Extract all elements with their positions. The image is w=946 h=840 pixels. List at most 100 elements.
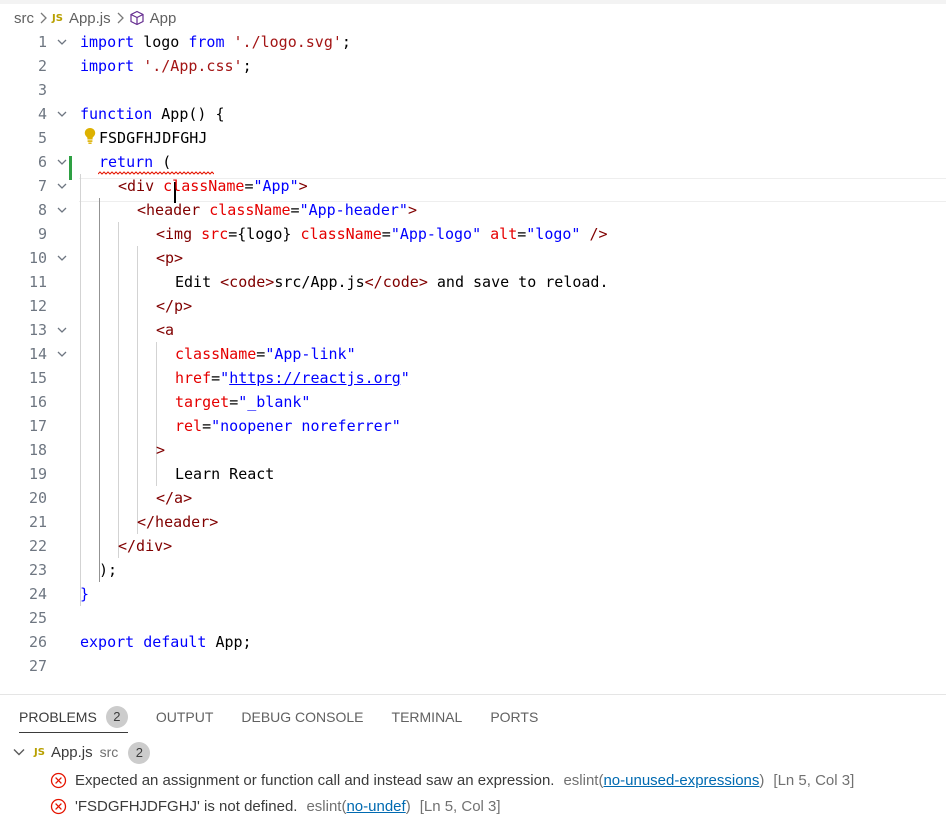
problem-file-name: App.js xyxy=(50,743,93,761)
line-number: 9 xyxy=(37,225,47,243)
line-number: 18 xyxy=(28,441,47,459)
breadcrumb-file[interactable]: App.js xyxy=(69,10,111,27)
code-text: import logo from './logo.svg'; xyxy=(80,33,351,51)
symbol-class-icon xyxy=(129,10,145,26)
code-line[interactable]: 13 <a xyxy=(0,318,946,342)
line-number: 21 xyxy=(28,513,47,531)
code-line[interactable]: 23 ); xyxy=(0,558,946,582)
js-file-icon: JS xyxy=(52,12,63,24)
line-number: 19 xyxy=(28,465,47,483)
problem-item[interactable]: 'FSDGFHJDFGHJ' is not defined. eslint(no… xyxy=(50,795,501,817)
fold-chevron-icon[interactable] xyxy=(56,324,68,336)
code-text: import './App.css'; xyxy=(80,57,252,75)
chevron-right-icon xyxy=(39,12,48,24)
bottom-panel: PROBLEMS 2 OUTPUT DEBUG CONSOLE TERMINAL… xyxy=(0,694,946,840)
code-line[interactable]: 25 xyxy=(0,606,946,630)
code-line[interactable]: 26 export default App; xyxy=(0,630,946,654)
code-line[interactable]: 3 xyxy=(0,78,946,102)
code-line[interactable]: 4 function App() { xyxy=(0,102,946,126)
line-number: 24 xyxy=(28,585,47,603)
code-text: ); xyxy=(99,561,118,579)
problem-item[interactable]: Expected an assignment or function call … xyxy=(50,769,854,791)
code-text: > xyxy=(156,441,166,459)
code-line[interactable]: 10 <p> xyxy=(0,246,946,270)
breadcrumb: src JS App.js App xyxy=(14,8,176,28)
line-number: 23 xyxy=(28,561,47,579)
code-line[interactable]: 11 Edit <code>src/App.js</code> and save… xyxy=(0,270,946,294)
code-text: className="App-link" xyxy=(175,345,356,363)
line-number: 20 xyxy=(28,489,47,507)
code-line[interactable]: 5 FSDGFHJDFGHJ xyxy=(0,126,946,150)
line-number: 7 xyxy=(37,177,47,195)
code-editor[interactable]: 1 import logo from './logo.svg'; 2 impor… xyxy=(0,30,946,680)
problem-message: Expected an assignment or function call … xyxy=(75,771,555,789)
line-number: 17 xyxy=(28,417,47,435)
top-strip xyxy=(0,0,946,4)
code-line[interactable]: 19 Learn React xyxy=(0,462,946,486)
code-line[interactable]: 7 <div className="App"> xyxy=(0,174,946,198)
code-line[interactable]: 6 return ( xyxy=(0,150,946,174)
tab-ports[interactable]: PORTS xyxy=(490,705,538,733)
code-text: rel="noopener noreferrer" xyxy=(175,417,401,435)
code-line[interactable]: 24 } xyxy=(0,582,946,606)
code-line[interactable]: 9 <img src={logo} className="App-logo" a… xyxy=(0,222,946,246)
panel-tabs: PROBLEMS 2 OUTPUT DEBUG CONSOLE TERMINAL… xyxy=(0,705,547,733)
code-line[interactable]: 14 className="App-link" xyxy=(0,342,946,366)
code-line[interactable]: 1 import logo from './logo.svg'; xyxy=(0,30,946,54)
problem-rule-link[interactable]: no-undef xyxy=(346,798,405,815)
code-text: Learn React xyxy=(175,465,275,483)
chevron-down-icon[interactable] xyxy=(12,745,26,759)
code-line[interactable]: 15 href="https://reactjs.org" xyxy=(0,366,946,390)
fold-chevron-icon[interactable] xyxy=(56,204,68,216)
problem-message: 'FSDGFHJDFGHJ' is not defined. xyxy=(75,797,298,815)
problem-file-group[interactable]: JS App.js src 2 xyxy=(12,741,151,764)
code-text: Edit <code>src/App.js</code> and save to… xyxy=(175,273,609,291)
breadcrumb-folder[interactable]: src xyxy=(14,10,34,27)
tab-debug-console[interactable]: DEBUG CONSOLE xyxy=(241,705,363,733)
tab-output[interactable]: OUTPUT xyxy=(156,705,214,733)
line-number: 25 xyxy=(28,609,47,627)
lightbulb-icon[interactable] xyxy=(83,127,97,145)
code-line[interactable]: 27 xyxy=(0,654,946,678)
code-line[interactable]: 17 rel="noopener noreferrer" xyxy=(0,414,946,438)
line-number: 16 xyxy=(28,393,47,411)
fold-chevron-icon[interactable] xyxy=(56,36,68,48)
line-number: 2 xyxy=(37,57,47,75)
problem-location: [Ln 5, Col 3] xyxy=(773,771,855,789)
problem-rule-link[interactable]: no-unused-expressions xyxy=(603,772,759,789)
line-number: 5 xyxy=(37,129,47,147)
code-line[interactable]: 2 import './App.css'; xyxy=(0,54,946,78)
code-text: href="https://reactjs.org" xyxy=(175,369,410,387)
error-icon xyxy=(50,772,67,789)
line-number: 22 xyxy=(28,537,47,555)
code-line[interactable]: 8 <header className="App-header"> xyxy=(0,198,946,222)
code-text: FSDGFHJDFGHJ xyxy=(99,129,208,147)
code-text: </div> xyxy=(118,537,173,555)
code-line[interactable]: 20 </a> xyxy=(0,486,946,510)
line-number: 14 xyxy=(28,345,47,363)
fold-chevron-icon[interactable] xyxy=(56,348,68,360)
code-line[interactable]: 18 > xyxy=(0,438,946,462)
fold-chevron-icon[interactable] xyxy=(56,180,68,192)
line-number: 15 xyxy=(28,369,47,387)
code-line[interactable]: 21 </header> xyxy=(0,510,946,534)
code-line[interactable]: 16 target="_blank" xyxy=(0,390,946,414)
code-url-link[interactable]: https://reactjs.org xyxy=(229,369,401,387)
code-line[interactable]: 12 </p> xyxy=(0,294,946,318)
tab-terminal[interactable]: TERMINAL xyxy=(392,705,463,733)
problem-source: eslint(no-unused-expressions) xyxy=(563,771,765,789)
fold-chevron-icon[interactable] xyxy=(56,156,68,168)
code-line[interactable]: 22 </div> xyxy=(0,534,946,558)
code-text: <header className="App-header"> xyxy=(137,201,417,219)
problem-location: [Ln 5, Col 3] xyxy=(419,797,501,815)
problem-source: eslint(no-undef) xyxy=(306,797,411,815)
tab-problems[interactable]: PROBLEMS 2 xyxy=(19,705,128,733)
code-text: function App() { xyxy=(80,105,225,123)
fold-chevron-icon[interactable] xyxy=(56,108,68,120)
line-number: 11 xyxy=(28,273,47,291)
code-text: </header> xyxy=(137,513,219,531)
line-number: 1 xyxy=(37,33,47,51)
breadcrumb-symbol[interactable]: App xyxy=(150,10,177,27)
fold-chevron-icon[interactable] xyxy=(56,252,68,264)
line-number: 12 xyxy=(28,297,47,315)
